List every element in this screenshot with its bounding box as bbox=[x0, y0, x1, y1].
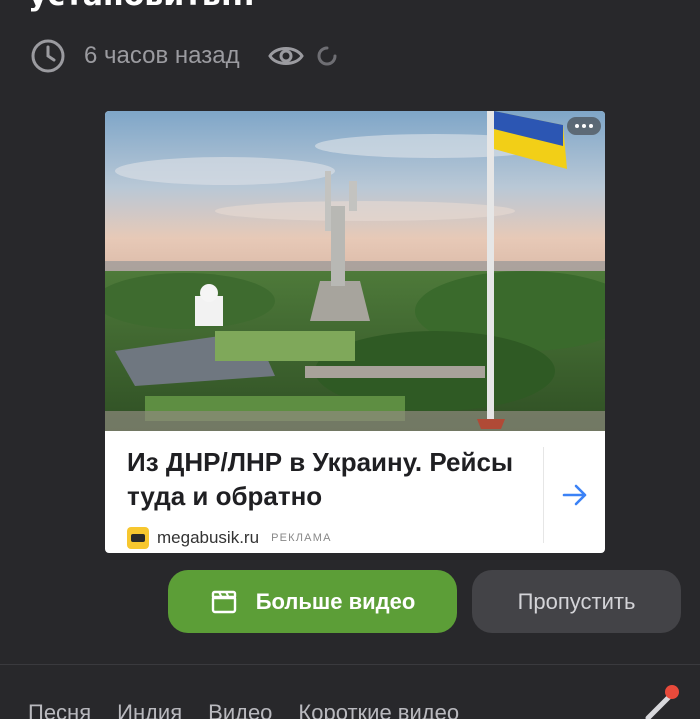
ad-favicon bbox=[127, 527, 149, 549]
tab-song[interactable]: Песня bbox=[28, 700, 91, 719]
tab-india[interactable]: Индия bbox=[117, 700, 182, 719]
ad-text-block[interactable]: Из ДНР/ЛНР в Украину. Рейсы туда и обрат… bbox=[127, 445, 527, 549]
tab-short-videos[interactable]: Короткие видео bbox=[298, 700, 459, 719]
category-tabs: Песня Индия Видео Короткие видео bbox=[28, 700, 459, 719]
article-headline[interactable]: установить... bbox=[28, 0, 255, 13]
edit-pen-icon[interactable] bbox=[640, 680, 684, 719]
loading-spinner-icon bbox=[317, 46, 337, 66]
ad-domain: megabusik.ru bbox=[157, 528, 260, 547]
more-dots-icon[interactable] bbox=[567, 117, 601, 135]
ad-card[interactable]: Из ДНР/ЛНР в Украину. Рейсы туда и обрат… bbox=[105, 111, 605, 553]
feed-page: установить... 6 часов назад bbox=[0, 0, 700, 719]
section-divider bbox=[0, 664, 700, 665]
eye-icon bbox=[267, 47, 304, 65]
ad-title[interactable]: Из ДНР/ЛНР в Украину. Рейсы туда и обрат… bbox=[127, 445, 527, 513]
ad-image[interactable] bbox=[105, 111, 605, 431]
published-time: 6 часов назад bbox=[84, 42, 240, 69]
arrow-right-icon[interactable] bbox=[560, 480, 590, 510]
skip-button[interactable]: Пропустить bbox=[472, 570, 681, 633]
ad-divider bbox=[543, 447, 544, 543]
skip-label: Пропустить bbox=[517, 588, 636, 614]
more-video-button[interactable]: Больше видео bbox=[168, 570, 457, 633]
ad-label: РЕКЛАМА bbox=[271, 532, 332, 544]
more-video-label: Больше видео bbox=[255, 588, 416, 614]
clock-icon bbox=[31, 39, 65, 73]
clapperboard-icon bbox=[211, 590, 236, 613]
ad-source: megabusik.ru РЕКЛАМА bbox=[127, 527, 527, 549]
tab-video[interactable]: Видео bbox=[208, 700, 272, 719]
article-meta: 6 часов назад bbox=[30, 36, 338, 76]
